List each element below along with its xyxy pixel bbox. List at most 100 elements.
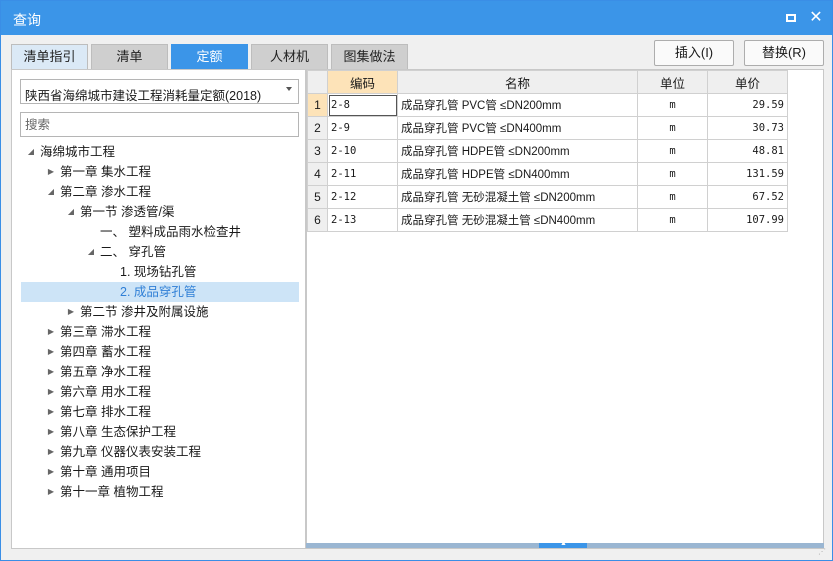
collapse-arrow-icon[interactable]: ◢	[26, 142, 36, 162]
price-cell[interactable]: 29.59	[707, 93, 788, 117]
tree-item[interactable]: ▶ 第七章 排水工程	[12, 402, 305, 422]
tree-item[interactable]: ▶ 第八章 生态保护工程	[12, 422, 305, 442]
price-cell[interactable]: 48.81	[707, 139, 788, 163]
collapse-arrow-icon[interactable]: ◢	[86, 242, 96, 262]
tree-item-label: 第十一章 植物工程	[60, 485, 164, 499]
code-cell[interactable]: 2-9	[327, 116, 398, 140]
name-cell[interactable]: 成品穿孔管 HDPE管 ≤DN400mm	[397, 162, 638, 186]
tree-item[interactable]: 1. 现场钻孔管	[12, 262, 305, 282]
price-cell[interactable]: 67.52	[707, 185, 788, 209]
expand-arrow-icon[interactable]: ▶	[46, 482, 56, 502]
price-cell[interactable]: 107.99	[707, 208, 788, 232]
tree-item[interactable]: ▶ 第四章 蓄水工程	[12, 342, 305, 362]
tree-item[interactable]: ◢ 第一节 渗透管/渠	[12, 202, 305, 222]
tree-item[interactable]: ◢ 海绵城市工程	[12, 142, 305, 162]
table-row[interactable]: 2 2-9 成品穿孔管 PVC管 ≤DN400mm m 30.73	[307, 116, 788, 140]
name-cell[interactable]: 成品穿孔管 无砂混凝土管 ≤DN200mm	[397, 185, 638, 209]
code-cell[interactable]: 2-8	[327, 93, 398, 117]
tree-item-label: 第三章 滞水工程	[60, 325, 151, 339]
title-bar[interactable]: 查询 ✕	[1, 1, 832, 35]
tab-bill-guide[interactable]: 清单指引	[11, 44, 88, 70]
close-icon: ✕	[809, 9, 823, 26]
unit-cell[interactable]: m	[637, 185, 708, 209]
unit-cell[interactable]: m	[637, 116, 708, 140]
name-cell[interactable]: 成品穿孔管 无砂混凝土管 ≤DN400mm	[397, 208, 638, 232]
expand-arrow-icon[interactable]: ▶	[46, 442, 56, 462]
name-cell[interactable]: 成品穿孔管 PVC管 ≤DN400mm	[397, 116, 638, 140]
tree-item[interactable]: ▶ 第三章 滞水工程	[12, 322, 305, 342]
tree-item[interactable]: ▶ 第一章 集水工程	[12, 162, 305, 182]
tree-item-label: 第四章 蓄水工程	[60, 345, 151, 359]
tree-item[interactable]: ▶ 第九章 仪器仪表安装工程	[12, 442, 305, 462]
replace-button[interactable]: 替换(R)	[744, 40, 824, 66]
resize-grip-icon[interactable]: ⋰	[818, 547, 828, 557]
expand-arrow-icon[interactable]: ▶	[46, 162, 56, 182]
column-header-code[interactable]: 编码	[327, 70, 398, 94]
code-cell[interactable]: 2-13	[327, 208, 398, 232]
tab-atlas-method[interactable]: 图集做法	[331, 44, 408, 70]
quota-library-select[interactable]: 陕西省海绵城市建设工程消耗量定额(2018)	[20, 79, 299, 104]
tree-item[interactable]: 一、 塑料成品雨水检查井	[12, 222, 305, 242]
price-cell[interactable]: 131.59	[707, 162, 788, 186]
row-number-cell[interactable]: 1	[307, 93, 328, 117]
quota-library-value: 陕西省海绵城市建设工程消耗量定额(2018)	[25, 89, 262, 103]
table-row[interactable]: 4 2-11 成品穿孔管 HDPE管 ≤DN400mm m 131.59	[307, 162, 788, 186]
tree-item[interactable]: ▶ 第五章 净水工程	[12, 362, 305, 382]
tree-item-label: 第一节 渗透管/渠	[80, 205, 175, 219]
column-header-name[interactable]: 名称	[397, 70, 638, 94]
window-title: 查询	[13, 12, 41, 28]
unit-cell[interactable]: m	[637, 208, 708, 232]
tree-item[interactable]: ▶ 第十章 通用项目	[12, 462, 305, 482]
expand-arrow-icon[interactable]: ▶	[46, 342, 56, 362]
quota-grid: 编码 名称 单位 单价 1 2-8 成品穿孔管 PVC管 ≤DN200mm m 29.5…	[306, 69, 824, 549]
table-row[interactable]: 5 2-12 成品穿孔管 无砂混凝土管 ≤DN200mm m 67.52	[307, 185, 788, 209]
tree-item-label: 海绵城市工程	[40, 145, 116, 159]
tree-item-label: 第八章 生态保护工程	[60, 425, 176, 439]
quota-table: 编码 名称 单位 单价 1 2-8 成品穿孔管 PVC管 ≤DN200mm m 29.5…	[307, 70, 788, 232]
collapse-arrow-icon[interactable]: ◢	[46, 182, 56, 202]
code-cell[interactable]: 2-10	[327, 139, 398, 163]
table-row[interactable]: 1 2-8 成品穿孔管 PVC管 ≤DN200mm m 29.59	[307, 93, 788, 117]
tab-quota[interactable]: 定额	[171, 44, 248, 70]
tree-item[interactable]: ▶ 第六章 用水工程	[12, 382, 305, 402]
tab-labor-material-machine[interactable]: 人材机	[251, 44, 328, 70]
column-header-unit[interactable]: 单位	[637, 70, 708, 94]
table-row[interactable]: 6 2-13 成品穿孔管 无砂混凝土管 ≤DN400mm m 107.99	[307, 208, 788, 232]
maximize-button[interactable]	[782, 9, 800, 27]
expand-arrow-icon[interactable]: ▶	[46, 322, 56, 342]
expand-arrow-icon[interactable]: ▶	[46, 422, 56, 442]
search-input[interactable]	[20, 112, 299, 137]
tree-item[interactable]: 2. 成品穿孔管	[21, 282, 299, 302]
name-cell[interactable]: 成品穿孔管 HDPE管 ≤DN200mm	[397, 139, 638, 163]
expand-arrow-icon[interactable]: ▶	[46, 382, 56, 402]
code-cell[interactable]: 2-12	[327, 185, 398, 209]
tree-item-label: 第二章 渗水工程	[60, 185, 151, 199]
unit-cell[interactable]: m	[637, 139, 708, 163]
table-row[interactable]: 3 2-10 成品穿孔管 HDPE管 ≤DN200mm m 48.81	[307, 139, 788, 163]
quota-tree-panel: 陕西省海绵城市建设工程消耗量定额(2018) ◢ 海绵城市工程 ▶ 第一章 集水工程 ◢…	[11, 69, 306, 549]
unit-cell[interactable]: m	[637, 93, 708, 117]
expand-arrow-icon[interactable]: ▶	[46, 462, 56, 482]
tree-item[interactable]: ◢ 第二章 渗水工程	[12, 182, 305, 202]
tab-bill[interactable]: 清单	[91, 44, 168, 70]
row-number-cell[interactable]: 2	[307, 116, 328, 140]
unit-cell[interactable]: m	[637, 162, 708, 186]
expand-arrow-icon[interactable]: ▶	[46, 402, 56, 422]
code-cell[interactable]: 2-11	[327, 162, 398, 186]
tree-item[interactable]: ◢ 二、 穿孔管	[12, 242, 305, 262]
insert-button[interactable]: 插入(I)	[654, 40, 734, 66]
name-cell[interactable]: 成品穿孔管 PVC管 ≤DN200mm	[397, 93, 638, 117]
tree-item[interactable]: ▶ 第十一章 植物工程	[12, 482, 305, 502]
price-cell[interactable]: 30.73	[707, 116, 788, 140]
row-number-cell[interactable]: 5	[307, 185, 328, 209]
expand-arrow-icon[interactable]: ▶	[66, 302, 76, 322]
splitter-handle[interactable]: ▲	[539, 540, 587, 548]
row-number-cell[interactable]: 6	[307, 208, 328, 232]
row-number-cell[interactable]: 3	[307, 139, 328, 163]
collapse-arrow-icon[interactable]: ◢	[66, 202, 76, 222]
expand-arrow-icon[interactable]: ▶	[46, 362, 56, 382]
close-button[interactable]: ✕	[807, 9, 825, 27]
column-header-price[interactable]: 单价	[707, 70, 788, 94]
tree-item[interactable]: ▶ 第二节 渗井及附属设施	[12, 302, 305, 322]
row-number-cell[interactable]: 4	[307, 162, 328, 186]
